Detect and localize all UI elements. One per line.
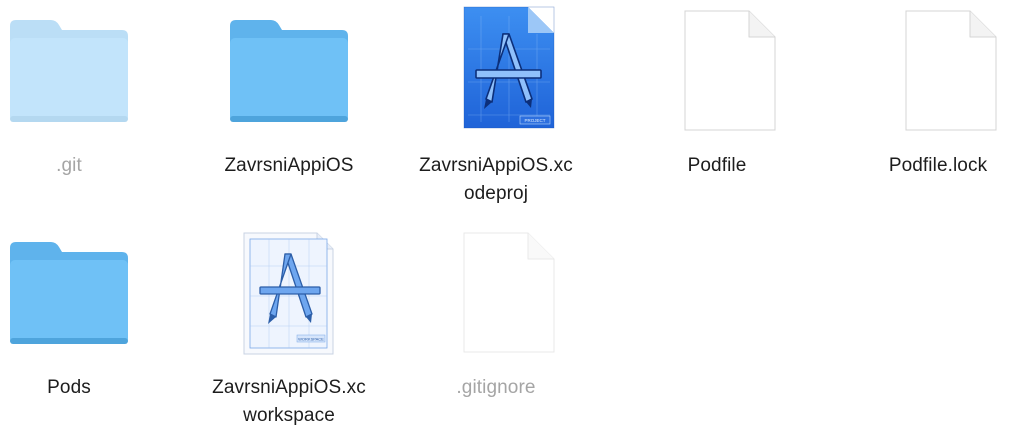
file-name: ZavrsniAppiOS.xc odeproj bbox=[406, 152, 586, 208]
file-name-line: Pods bbox=[47, 377, 91, 398]
file-name-line: ZavrsniAppiOS bbox=[224, 155, 354, 176]
file-name: Podfile bbox=[627, 152, 807, 180]
folder-icon bbox=[199, 4, 379, 134]
xcode-workspace-icon: WORKSPACE bbox=[199, 226, 379, 356]
file-name-line: workspace bbox=[243, 405, 335, 426]
file-name-line: Podfile.lock bbox=[888, 155, 988, 176]
workspace-badge-text: WORKSPACE bbox=[298, 337, 324, 342]
file-name: Podfile.lock bbox=[848, 152, 1017, 180]
file-name-line: .git bbox=[56, 155, 82, 176]
project-badge-text: PROJECT bbox=[524, 118, 545, 123]
folder-icon bbox=[0, 4, 159, 134]
file-name: .git bbox=[0, 152, 159, 180]
blank-document-icon bbox=[627, 4, 807, 134]
file-name: .gitignore bbox=[406, 374, 586, 402]
blank-document-icon bbox=[406, 226, 586, 356]
file-name-line: .gitignore bbox=[456, 377, 536, 398]
file-name: ZavrsniAppiOS bbox=[199, 152, 379, 180]
xcode-project-icon: PROJECT bbox=[406, 4, 586, 134]
file-name: Pods bbox=[0, 374, 159, 402]
file-name-line: ZavrsniAppiOS.xc bbox=[419, 155, 573, 176]
folder-icon bbox=[0, 226, 159, 356]
file-name-line: Podfile bbox=[687, 155, 747, 176]
finder-icon-grid: .git ZavrsniAppiOS PROJECT ZavrsniAppiOS… bbox=[0, 0, 1017, 434]
blank-document-icon bbox=[848, 4, 1017, 134]
file-name-line: odeproj bbox=[463, 183, 529, 204]
file-name-line: ZavrsniAppiOS.xc bbox=[212, 377, 366, 398]
file-name: ZavrsniAppiOS.xc workspace bbox=[199, 374, 379, 430]
